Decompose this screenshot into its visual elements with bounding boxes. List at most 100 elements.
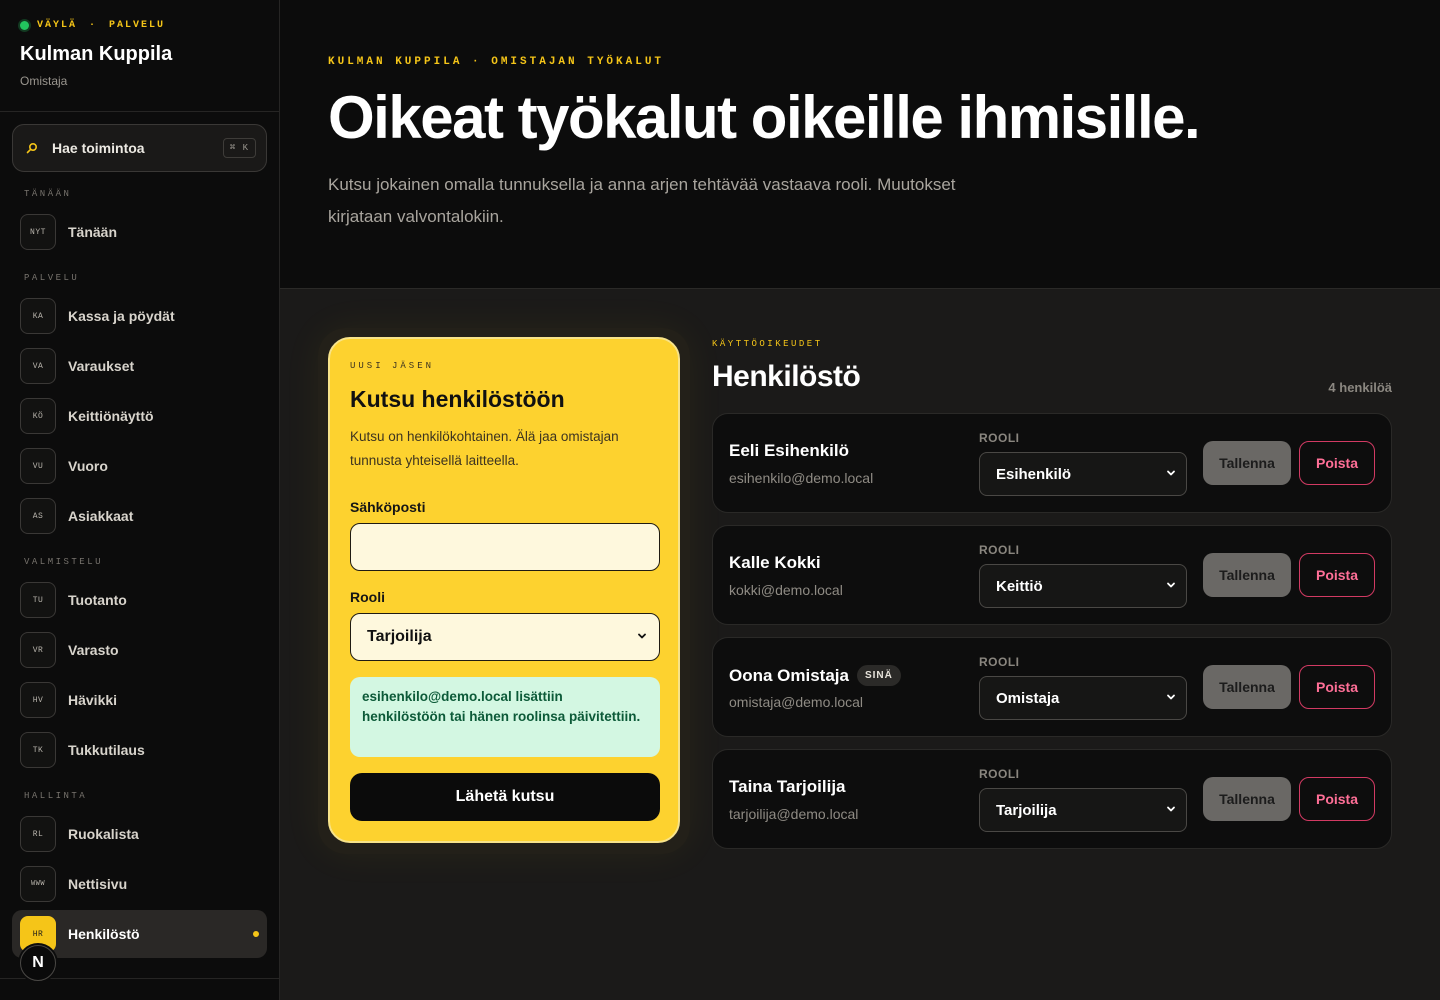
sidebar-item-varasto[interactable]: VR Varasto [12,626,267,674]
staff-name-text: Kalle Kokki [729,553,821,572]
brand-block: VÄYLÄ · PALVELU Kulman Kuppila Omistaja [0,0,279,112]
nav-section-prep: VALMISTELU [24,557,104,567]
hero-eyebrow: KULMAN KUPPILA · OMISTAJAN TYÖKALUT [328,56,665,68]
sidebar-item-nettisivu[interactable]: WWW Nettisivu [12,860,267,908]
send-invite-button[interactable]: Lähetä kutsu [350,773,660,821]
sidebar-item-label: Nettisivu [68,876,128,892]
brand-eyebrow-right: PALVELU [109,20,166,31]
sidebar-item-label: Asiakkaat [68,508,134,524]
sidebar-item-label: Henkilöstö [68,926,140,942]
sidebar-item-ruokalista[interactable]: RL Ruokalista [12,810,267,858]
staff-role-select[interactable]: Tarjoilija [979,788,1187,832]
role-heading: ROOLI [979,543,1020,557]
save-button[interactable]: Tallenna [1203,665,1291,709]
chevron-down-icon [1166,467,1176,481]
nav-badge: KA [20,298,56,334]
invite-role-select[interactable]: Tarjoilija [350,613,660,661]
sidebar-item-tukkutilaus[interactable]: TK Tukkutilaus [12,726,267,774]
nav-badge: RL [20,816,56,852]
page-title: Oikeat työkalut oikeille ihmisille. [328,84,1201,151]
nav-badge: VA [20,348,56,384]
staff-role-value: Tarjoilija [996,801,1057,819]
chevron-down-icon [637,630,647,644]
delete-button[interactable]: Poista [1299,441,1375,485]
success-message: esihenkilo@demo.local lisättiin henkilös… [350,677,660,757]
nav-section-admin: HALLINTA [24,791,88,801]
staff-role-select[interactable]: Esihenkilö [979,452,1187,496]
nav-section-today: TÄNÄÄN [24,189,72,199]
delete-button[interactable]: Poista [1299,665,1375,709]
brand-name: Kulman Kuppila [20,43,173,65]
brand-eyebrow-separator: · [89,20,98,31]
save-button[interactable]: Tallenna [1203,777,1291,821]
staff-title: Henkilöstö [712,360,861,393]
sidebar-item-vuoro[interactable]: VU Vuoro [12,442,267,490]
sidebar-item-asiakkaat[interactable]: AS Asiakkaat [12,492,267,540]
page-hero: KULMAN KUPPILA · OMISTAJAN TYÖKALUT Oike… [280,0,1440,289]
save-button[interactable]: Tallenna [1203,441,1291,485]
staff-row: Taina Tarjoilija tarjoilija@demo.local R… [712,749,1392,849]
staff-role-value: Esihenkilö [996,465,1072,483]
sidebar-item-kassa[interactable]: KA Kassa ja pöydät [12,292,267,340]
sidebar: VÄYLÄ · PALVELU Kulman Kuppila Omistaja … [0,0,280,1000]
active-indicator-dot [253,931,259,937]
sidebar-item-havikki[interactable]: HV Hävikki [12,676,267,724]
invite-card: UUSI JÄSEN Kutsu henkilöstöön Kutsu on h… [328,337,680,843]
brand-role: Omistaja [20,74,68,88]
shortcut-hint: ⌘ K [222,138,256,158]
nav-badge: TU [20,582,56,618]
sidebar-item-label: Tuotanto [68,592,127,608]
invite-role-value: Tarjoilija [367,628,432,645]
sidebar-item-tanaan[interactable]: NYT Tänään [12,208,267,256]
staff-role-value: Omistaja [996,689,1060,707]
chevron-down-icon [1166,579,1176,593]
staff-name: Eeli Esihenkilö [729,441,849,461]
nav-badge: KÖ [20,398,56,434]
staff-role-select[interactable]: Omistaja [979,676,1187,720]
sidebar-item-label: Hävikki [68,692,118,708]
staff-email: kokki@demo.local [729,582,843,598]
nav-badge: HV [20,682,56,718]
staff-email: tarjoilija@demo.local [729,806,859,822]
hero-description: Kutsu jokainen omalla tunnuksella ja ann… [328,174,956,226]
invite-title: Kutsu henkilöstöön [350,386,565,412]
sidebar-item-label: Varaukset [68,358,135,374]
search-label: Hae toimintoa [52,140,145,156]
nav-badge: WWW [20,866,56,902]
command-search-button[interactable]: Hae toimintoa ⌘ K [12,124,267,172]
delete-button[interactable]: Poista [1299,777,1375,821]
staff-name-text: Eeli Esihenkilö [729,441,849,460]
sidebar-item-label: Kassa ja pöydät [68,308,175,324]
email-field[interactable] [350,523,660,571]
sidebar-item-label: Vuoro [68,458,108,474]
staff-name: Oona Omistaja SINÄ [729,665,901,686]
role-heading: ROOLI [979,655,1020,669]
nav-badge: VR [20,632,56,668]
dev-tools-n-icon[interactable]: N [20,945,56,981]
staff-row: Kalle Kokki kokki@demo.local ROOLI Keitt… [712,525,1392,625]
staff-count: 4 henkilöä [1328,380,1392,395]
nav-badge: VU [20,448,56,484]
staff-name: Kalle Kokki [729,553,821,573]
email-label: Sähköposti [350,499,426,515]
staff-name-text: Taina Tarjoilija [729,777,846,796]
status-dot-icon [20,21,29,30]
staff-role-select[interactable]: Keittiö [979,564,1187,608]
sidebar-item-tuotanto[interactable]: TU Tuotanto [12,576,267,624]
sidebar-item-label: Tänään [68,224,118,240]
brand-eyebrow: VÄYLÄ · PALVELU [20,20,259,31]
nav-badge: AS [20,498,56,534]
staff-eyebrow: KÄYTTÖOIKEUDET [712,339,823,349]
sidebar-item-label: Varasto [68,642,119,658]
sidebar-item-varaukset[interactable]: VA Varaukset [12,342,267,390]
staff-email: omistaja@demo.local [729,694,864,710]
staff-row: Eeli Esihenkilö esihenkilo@demo.local RO… [712,413,1392,513]
you-badge: SINÄ [856,665,901,686]
staff-role-value: Keittiö [996,577,1043,595]
save-button[interactable]: Tallenna [1203,553,1291,597]
role-heading: ROOLI [979,431,1020,445]
sidebar-item-keittionaytto[interactable]: KÖ Keittiönäyttö [12,392,267,440]
delete-button[interactable]: Poista [1299,553,1375,597]
role-heading: ROOLI [979,767,1020,781]
staff-email: esihenkilo@demo.local [729,470,874,486]
